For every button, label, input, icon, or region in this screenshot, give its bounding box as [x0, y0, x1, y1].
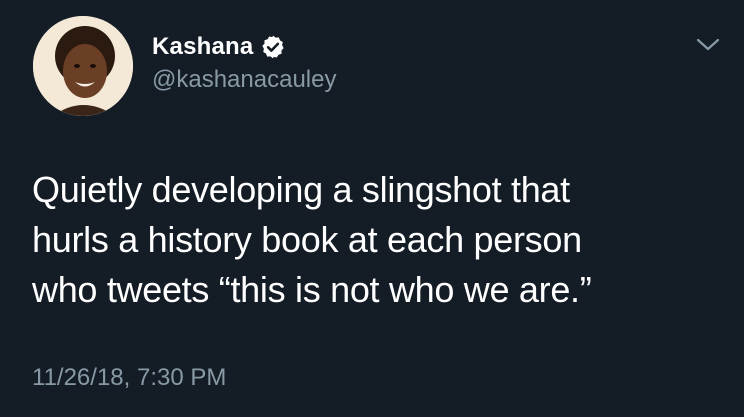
author-name-row: Kashana: [152, 32, 286, 62]
verified-badge-icon: [260, 34, 286, 60]
tweet-card: Kashana @kashanacauley Quietly developin…: [0, 0, 744, 417]
tweet-text-line: who tweets “this is not who we are.”: [32, 269, 592, 310]
user-handle[interactable]: @kashanacauley: [152, 66, 336, 94]
tweet-text-line: hurls a history book at each person: [32, 219, 582, 260]
tweet-text-line: Quietly developing a slingshot that: [32, 169, 570, 210]
avatar[interactable]: [33, 16, 133, 116]
tweet-text: Quietly developing a slingshot that hurl…: [32, 165, 712, 315]
tweet-timestamp[interactable]: 11/26/18, 7:30 PM: [32, 364, 226, 392]
chevron-down-icon[interactable]: [695, 35, 721, 55]
display-name[interactable]: Kashana: [152, 33, 253, 61]
